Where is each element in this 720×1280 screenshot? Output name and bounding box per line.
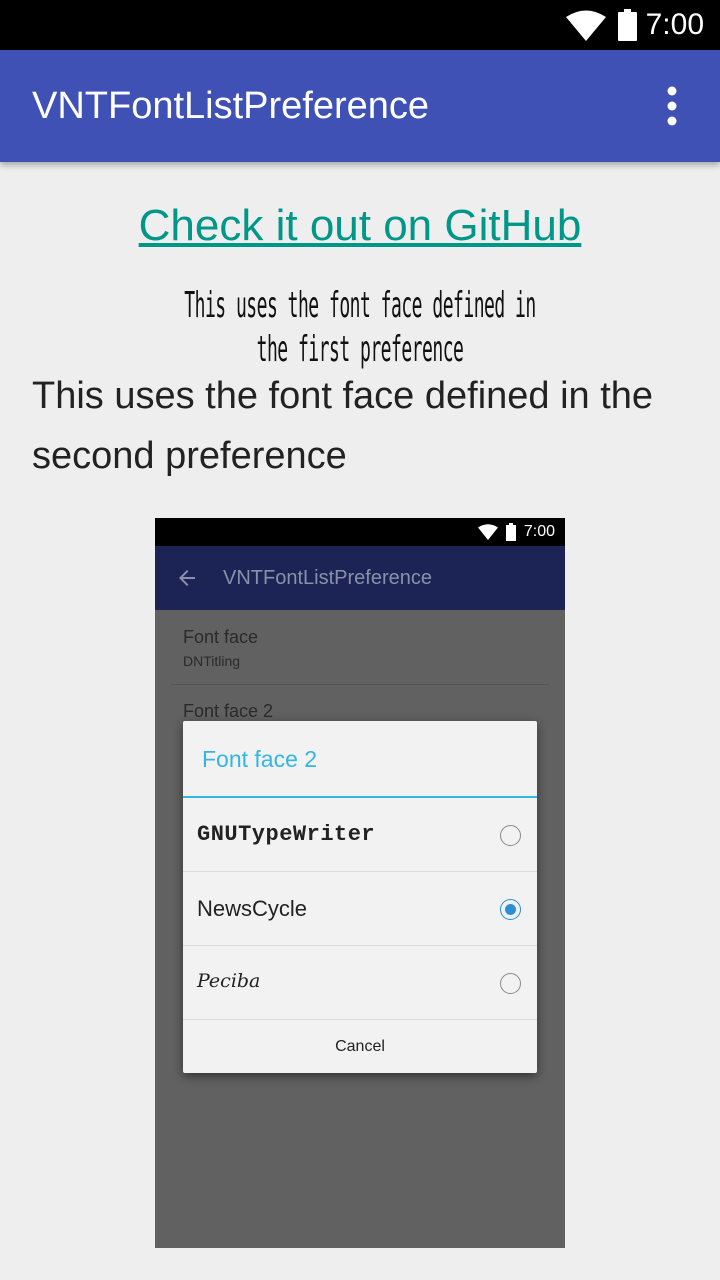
app-title: VNTFontListPreference [32,85,430,127]
embedded-app-bar: VNTFontListPreference [155,546,565,610]
github-link[interactable]: Check it out on GitHub [0,200,720,252]
pref-divider [171,684,549,685]
status-time: 7:00 [645,8,704,41]
cancel-button[interactable]: Cancel [183,1020,537,1073]
embedded-status-time: 7:00 [523,523,555,540]
dialog-title: Font face 2 [202,746,318,772]
pref-font-face-summary: DNTitling [183,653,241,669]
embedded-screenshot: 7:00 VNTFontListPreference Font face DNT… [155,518,565,1248]
font-face-dialog: Font face 2 GNUTypeWriter NewsCycle Peci… [183,721,537,1073]
second-pref-sample-text: This uses the font face defined in the s… [32,375,654,477]
arrow-back-icon [179,570,195,586]
wifi-icon [566,10,606,41]
radio-button[interactable] [500,825,521,846]
embedded-status-bar: 7:00 [155,518,565,546]
pref-font-face-title: Font face [183,627,259,647]
font-option-gnutypewriter[interactable]: GNUTypeWriter [183,798,537,872]
battery-icon [618,9,637,41]
main-content: Check it out on GitHub This uses the fon… [0,162,720,1280]
font-option-label: GNUTypeWriter [197,822,376,847]
embedded-app-title: VNTFontListPreference [223,567,432,589]
app-bar: VNTFontListPreference [0,50,720,162]
more-vert-icon[interactable] [656,86,688,126]
radio-button-checked[interactable] [500,899,521,920]
status-bar: 7:00 [0,0,720,50]
pref-font-face-2-title: Font face 2 [183,701,274,721]
embedded-battery-icon [506,523,516,541]
font-option-label: NewsCycle [197,896,308,921]
radio-button[interactable] [500,973,521,994]
first-pref-sample-text: This uses the font face defined in the f… [184,285,536,370]
font-option-label: Peciba [197,970,261,992]
font-option-peciba[interactable]: Peciba [183,946,537,1020]
embedded-wifi-icon [478,524,498,540]
font-option-newscycle[interactable]: NewsCycle [183,872,537,946]
